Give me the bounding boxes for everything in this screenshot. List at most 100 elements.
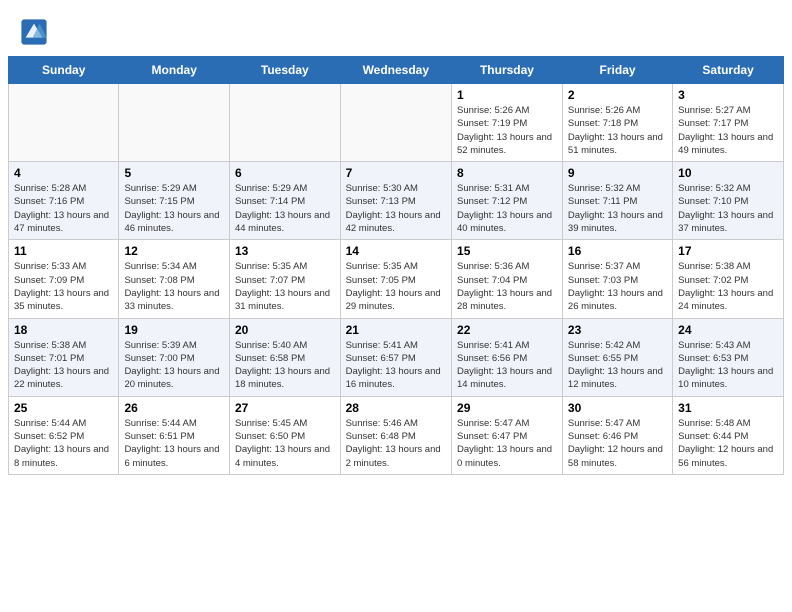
day-cell: 4 Sunrise: 5:28 AM Sunset: 7:16 PM Daylig… (9, 162, 119, 240)
logo (20, 18, 52, 46)
weekday-monday: Monday (119, 57, 230, 84)
day-cell: 28Sunrise: 5:46 AM Sunset: 6:48 PM Dayli… (340, 396, 451, 474)
day-cell (340, 84, 451, 162)
week-row-5: 25 Sunrise: 5:44 AM Sunset: 6:52 PM Dayli… (9, 396, 784, 474)
weekday-wednesday: Wednesday (340, 57, 451, 84)
day-number: 17 (678, 244, 778, 258)
day-cell: 29Sunrise: 5:47 AM Sunset: 6:47 PM Dayli… (452, 396, 563, 474)
day-cell: 3Sunrise: 5:27 AM Sunset: 7:17 PM Daylig… (673, 84, 784, 162)
day-detail: Sunrise: 5:28 AM Sunset: 7:16 PM Dayligh… (14, 182, 113, 235)
weekday-header-row: SundayMondayTuesdayWednesdayThursdayFrid… (9, 57, 784, 84)
day-detail: Sunrise: 5:32 AM Sunset: 7:10 PM Dayligh… (678, 182, 778, 235)
day-cell: 19 Sunrise: 5:39 AM Sunset: 7:00 PM Dayli… (119, 318, 230, 396)
day-detail: Sunrise: 5:39 AM Sunset: 7:00 PM Dayligh… (124, 339, 224, 392)
day-number: 12 (124, 244, 224, 258)
day-number: 3 (678, 88, 778, 102)
day-number: 23 (568, 323, 667, 337)
day-cell: 23 Sunrise: 5:42 AM Sunset: 6:55 PM Dayli… (562, 318, 672, 396)
day-cell: 5 Sunrise: 5:29 AM Sunset: 7:15 PM Daylig… (119, 162, 230, 240)
day-detail: Sunrise: 5:41 AM Sunset: 6:57 PM Dayligh… (346, 339, 446, 392)
day-detail: Sunrise: 5:38 AM Sunset: 7:02 PM Dayligh… (678, 260, 778, 313)
day-cell: 10 Sunrise: 5:32 AM Sunset: 7:10 PM Dayli… (673, 162, 784, 240)
day-number: 16 (568, 244, 667, 258)
day-number: 11 (14, 244, 113, 258)
day-cell: 30 Sunrise: 5:47 AM Sunset: 6:46 PM Dayli… (562, 396, 672, 474)
day-detail: Sunrise: 5:30 AM Sunset: 7:13 PM Dayligh… (346, 182, 446, 235)
weekday-tuesday: Tuesday (229, 57, 340, 84)
day-number: 19 (124, 323, 224, 337)
day-cell: 14Sunrise: 5:35 AM Sunset: 7:05 PM Dayli… (340, 240, 451, 318)
day-number: 5 (124, 166, 224, 180)
day-number: 9 (568, 166, 667, 180)
day-detail: Sunrise: 5:48 AM Sunset: 6:44 PM Dayligh… (678, 417, 778, 470)
day-number: 31 (678, 401, 778, 415)
day-detail: Sunrise: 5:40 AM Sunset: 6:58 PM Dayligh… (235, 339, 335, 392)
day-cell: 25 Sunrise: 5:44 AM Sunset: 6:52 PM Dayli… (9, 396, 119, 474)
day-number: 25 (14, 401, 113, 415)
day-number: 1 (457, 88, 557, 102)
day-cell: 9 Sunrise: 5:32 AM Sunset: 7:11 PM Daylig… (562, 162, 672, 240)
day-detail: Sunrise: 5:29 AM Sunset: 7:15 PM Dayligh… (124, 182, 224, 235)
weekday-thursday: Thursday (452, 57, 563, 84)
day-detail: Sunrise: 5:32 AM Sunset: 7:11 PM Dayligh… (568, 182, 667, 235)
week-row-3: 11 Sunrise: 5:33 AM Sunset: 7:09 PM Dayli… (9, 240, 784, 318)
day-detail: Sunrise: 5:29 AM Sunset: 7:14 PM Dayligh… (235, 182, 335, 235)
day-number: 18 (14, 323, 113, 337)
day-detail: Sunrise: 5:41 AM Sunset: 6:56 PM Dayligh… (457, 339, 557, 392)
calendar-wrapper: SundayMondayTuesdayWednesdayThursdayFrid… (0, 56, 792, 485)
day-cell: 22Sunrise: 5:41 AM Sunset: 6:56 PM Dayli… (452, 318, 563, 396)
day-cell: 21 Sunrise: 5:41 AM Sunset: 6:57 PM Dayli… (340, 318, 451, 396)
day-number: 15 (457, 244, 557, 258)
day-number: 4 (14, 166, 113, 180)
calendar-body: 1 Sunrise: 5:26 AM Sunset: 7:19 PM Daylig… (9, 84, 784, 475)
day-number: 27 (235, 401, 335, 415)
day-cell (119, 84, 230, 162)
day-detail: Sunrise: 5:43 AM Sunset: 6:53 PM Dayligh… (678, 339, 778, 392)
week-row-1: 1 Sunrise: 5:26 AM Sunset: 7:19 PM Daylig… (9, 84, 784, 162)
week-row-4: 18 Sunrise: 5:38 AM Sunset: 7:01 PM Dayli… (9, 318, 784, 396)
logo-icon (20, 18, 48, 46)
day-cell: 15 Sunrise: 5:36 AM Sunset: 7:04 PM Dayli… (452, 240, 563, 318)
day-detail: Sunrise: 5:47 AM Sunset: 6:46 PM Dayligh… (568, 417, 667, 470)
day-number: 28 (346, 401, 446, 415)
day-cell: 11 Sunrise: 5:33 AM Sunset: 7:09 PM Dayli… (9, 240, 119, 318)
day-cell: 13 Sunrise: 5:35 AM Sunset: 7:07 PM Dayli… (229, 240, 340, 318)
day-cell: 1 Sunrise: 5:26 AM Sunset: 7:19 PM Daylig… (452, 84, 563, 162)
day-detail: Sunrise: 5:44 AM Sunset: 6:52 PM Dayligh… (14, 417, 113, 470)
day-number: 26 (124, 401, 224, 415)
day-number: 7 (346, 166, 446, 180)
calendar-header: SundayMondayTuesdayWednesdayThursdayFrid… (9, 57, 784, 84)
day-detail: Sunrise: 5:34 AM Sunset: 7:08 PM Dayligh… (124, 260, 224, 313)
day-detail: Sunrise: 5:31 AM Sunset: 7:12 PM Dayligh… (457, 182, 557, 235)
day-number: 2 (568, 88, 667, 102)
day-cell: 27Sunrise: 5:45 AM Sunset: 6:50 PM Dayli… (229, 396, 340, 474)
day-cell: 31 Sunrise: 5:48 AM Sunset: 6:44 PM Dayli… (673, 396, 784, 474)
day-number: 21 (346, 323, 446, 337)
day-detail: Sunrise: 5:35 AM Sunset: 7:07 PM Dayligh… (235, 260, 335, 313)
day-detail: Sunrise: 5:37 AM Sunset: 7:03 PM Dayligh… (568, 260, 667, 313)
weekday-saturday: Saturday (673, 57, 784, 84)
day-number: 24 (678, 323, 778, 337)
day-detail: Sunrise: 5:33 AM Sunset: 7:09 PM Dayligh… (14, 260, 113, 313)
day-cell: 8Sunrise: 5:31 AM Sunset: 7:12 PM Daylig… (452, 162, 563, 240)
day-cell: 17 Sunrise: 5:38 AM Sunset: 7:02 PM Dayli… (673, 240, 784, 318)
day-cell: 7 Sunrise: 5:30 AM Sunset: 7:13 PM Daylig… (340, 162, 451, 240)
calendar-table: SundayMondayTuesdayWednesdayThursdayFrid… (8, 56, 784, 475)
day-detail: Sunrise: 5:42 AM Sunset: 6:55 PM Dayligh… (568, 339, 667, 392)
day-detail: Sunrise: 5:26 AM Sunset: 7:19 PM Dayligh… (457, 104, 557, 157)
day-cell: 12 Sunrise: 5:34 AM Sunset: 7:08 PM Dayli… (119, 240, 230, 318)
day-detail: Sunrise: 5:38 AM Sunset: 7:01 PM Dayligh… (14, 339, 113, 392)
day-number: 13 (235, 244, 335, 258)
day-detail: Sunrise: 5:26 AM Sunset: 7:18 PM Dayligh… (568, 104, 667, 157)
day-number: 10 (678, 166, 778, 180)
day-cell: 2 Sunrise: 5:26 AM Sunset: 7:18 PM Daylig… (562, 84, 672, 162)
day-cell: 6Sunrise: 5:29 AM Sunset: 7:14 PM Daylig… (229, 162, 340, 240)
day-detail: Sunrise: 5:44 AM Sunset: 6:51 PM Dayligh… (124, 417, 224, 470)
day-cell: 16 Sunrise: 5:37 AM Sunset: 7:03 PM Dayli… (562, 240, 672, 318)
day-cell (9, 84, 119, 162)
day-number: 30 (568, 401, 667, 415)
day-cell (229, 84, 340, 162)
week-row-2: 4 Sunrise: 5:28 AM Sunset: 7:16 PM Daylig… (9, 162, 784, 240)
day-detail: Sunrise: 5:36 AM Sunset: 7:04 PM Dayligh… (457, 260, 557, 313)
page-header (0, 0, 792, 56)
